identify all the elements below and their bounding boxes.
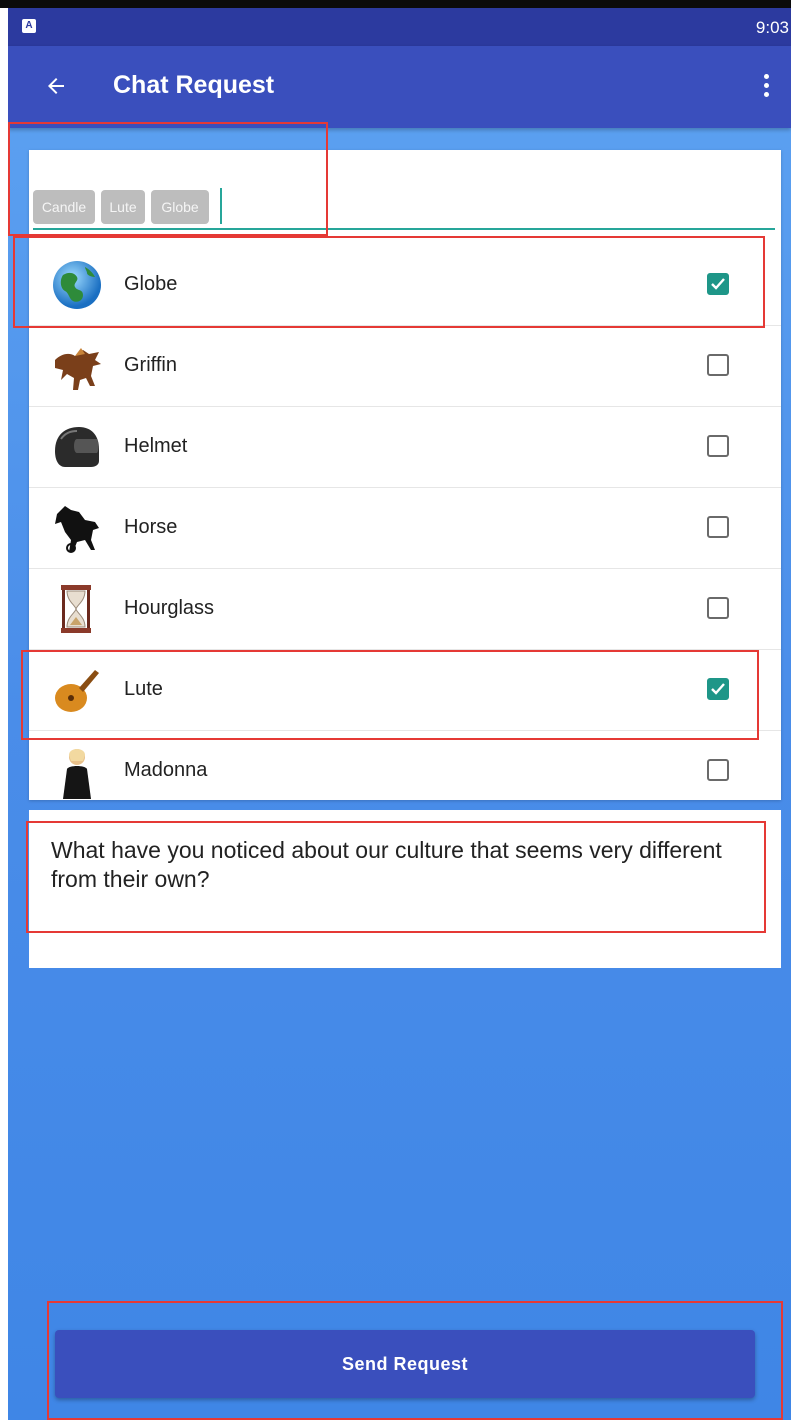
- hourglass-icon: [61, 585, 91, 633]
- checkbox-lute[interactable]: [707, 678, 729, 700]
- status-bar: A 9:03: [8, 8, 791, 46]
- more-vert-icon[interactable]: [763, 74, 771, 98]
- send-request-button[interactable]: Send Request: [55, 1330, 755, 1398]
- list-item[interactable]: Hourglass: [29, 569, 781, 650]
- checkbox-madonna[interactable]: [707, 759, 729, 781]
- status-time: 9:03: [755, 18, 789, 37]
- app-bar: Chat Request: [8, 46, 791, 128]
- list-item-label: Globe: [124, 273, 178, 295]
- helmet-icon: [55, 427, 99, 467]
- chip-candle[interactable]: Candle: [33, 190, 95, 224]
- lute-icon: [55, 670, 99, 712]
- griffin-icon: [55, 348, 101, 390]
- list-item[interactable]: Griffin: [29, 326, 781, 407]
- top-frame-edge: [0, 0, 791, 8]
- checkbox-hourglass[interactable]: [707, 597, 729, 619]
- notification-icon: A: [22, 19, 36, 33]
- list-item-label: Griffin: [124, 354, 177, 376]
- globe-icon: [53, 261, 101, 309]
- text-cursor: [220, 188, 222, 224]
- checkbox-horse[interactable]: [707, 516, 729, 538]
- chip-lute[interactable]: Lute: [101, 190, 145, 224]
- contact-list: Globe Griffin Helmet Horse Hourglass Lut…: [29, 245, 781, 800]
- madonna-icon: [63, 749, 91, 799]
- list-item[interactable]: Horse: [29, 488, 781, 569]
- chip-globe[interactable]: Globe: [151, 190, 209, 224]
- list-item[interactable]: Helmet: [29, 407, 781, 488]
- checkbox-helmet[interactable]: [707, 435, 729, 457]
- screen: A 9:03 Chat Request Candle Lute Globe Gl…: [8, 8, 791, 1420]
- list-item[interactable]: Globe: [29, 245, 781, 326]
- horse-icon: [55, 506, 99, 553]
- message-input[interactable]: What have you noticed about our culture …: [51, 836, 771, 894]
- list-item-label: Lute: [124, 678, 163, 700]
- checkbox-globe[interactable]: [707, 273, 729, 295]
- list-item-label: Horse: [124, 516, 178, 538]
- list-item-label: Hourglass: [124, 597, 215, 619]
- checkbox-griffin[interactable]: [707, 354, 729, 376]
- message-card: What have you noticed about our culture …: [29, 810, 781, 968]
- list-item-label: Helmet: [124, 435, 188, 457]
- recipient-card: Candle Lute Globe Globe Griffin Helmet H…: [29, 150, 781, 800]
- list-item[interactable]: Madonna: [29, 731, 781, 800]
- recipient-chip-input[interactable]: Candle Lute Globe: [33, 180, 775, 230]
- list-item[interactable]: Lute: [29, 650, 781, 731]
- list-item-label: Madonna: [124, 759, 208, 781]
- page-title: Chat Request: [113, 71, 275, 99]
- arrow-left-icon[interactable]: [44, 74, 68, 98]
